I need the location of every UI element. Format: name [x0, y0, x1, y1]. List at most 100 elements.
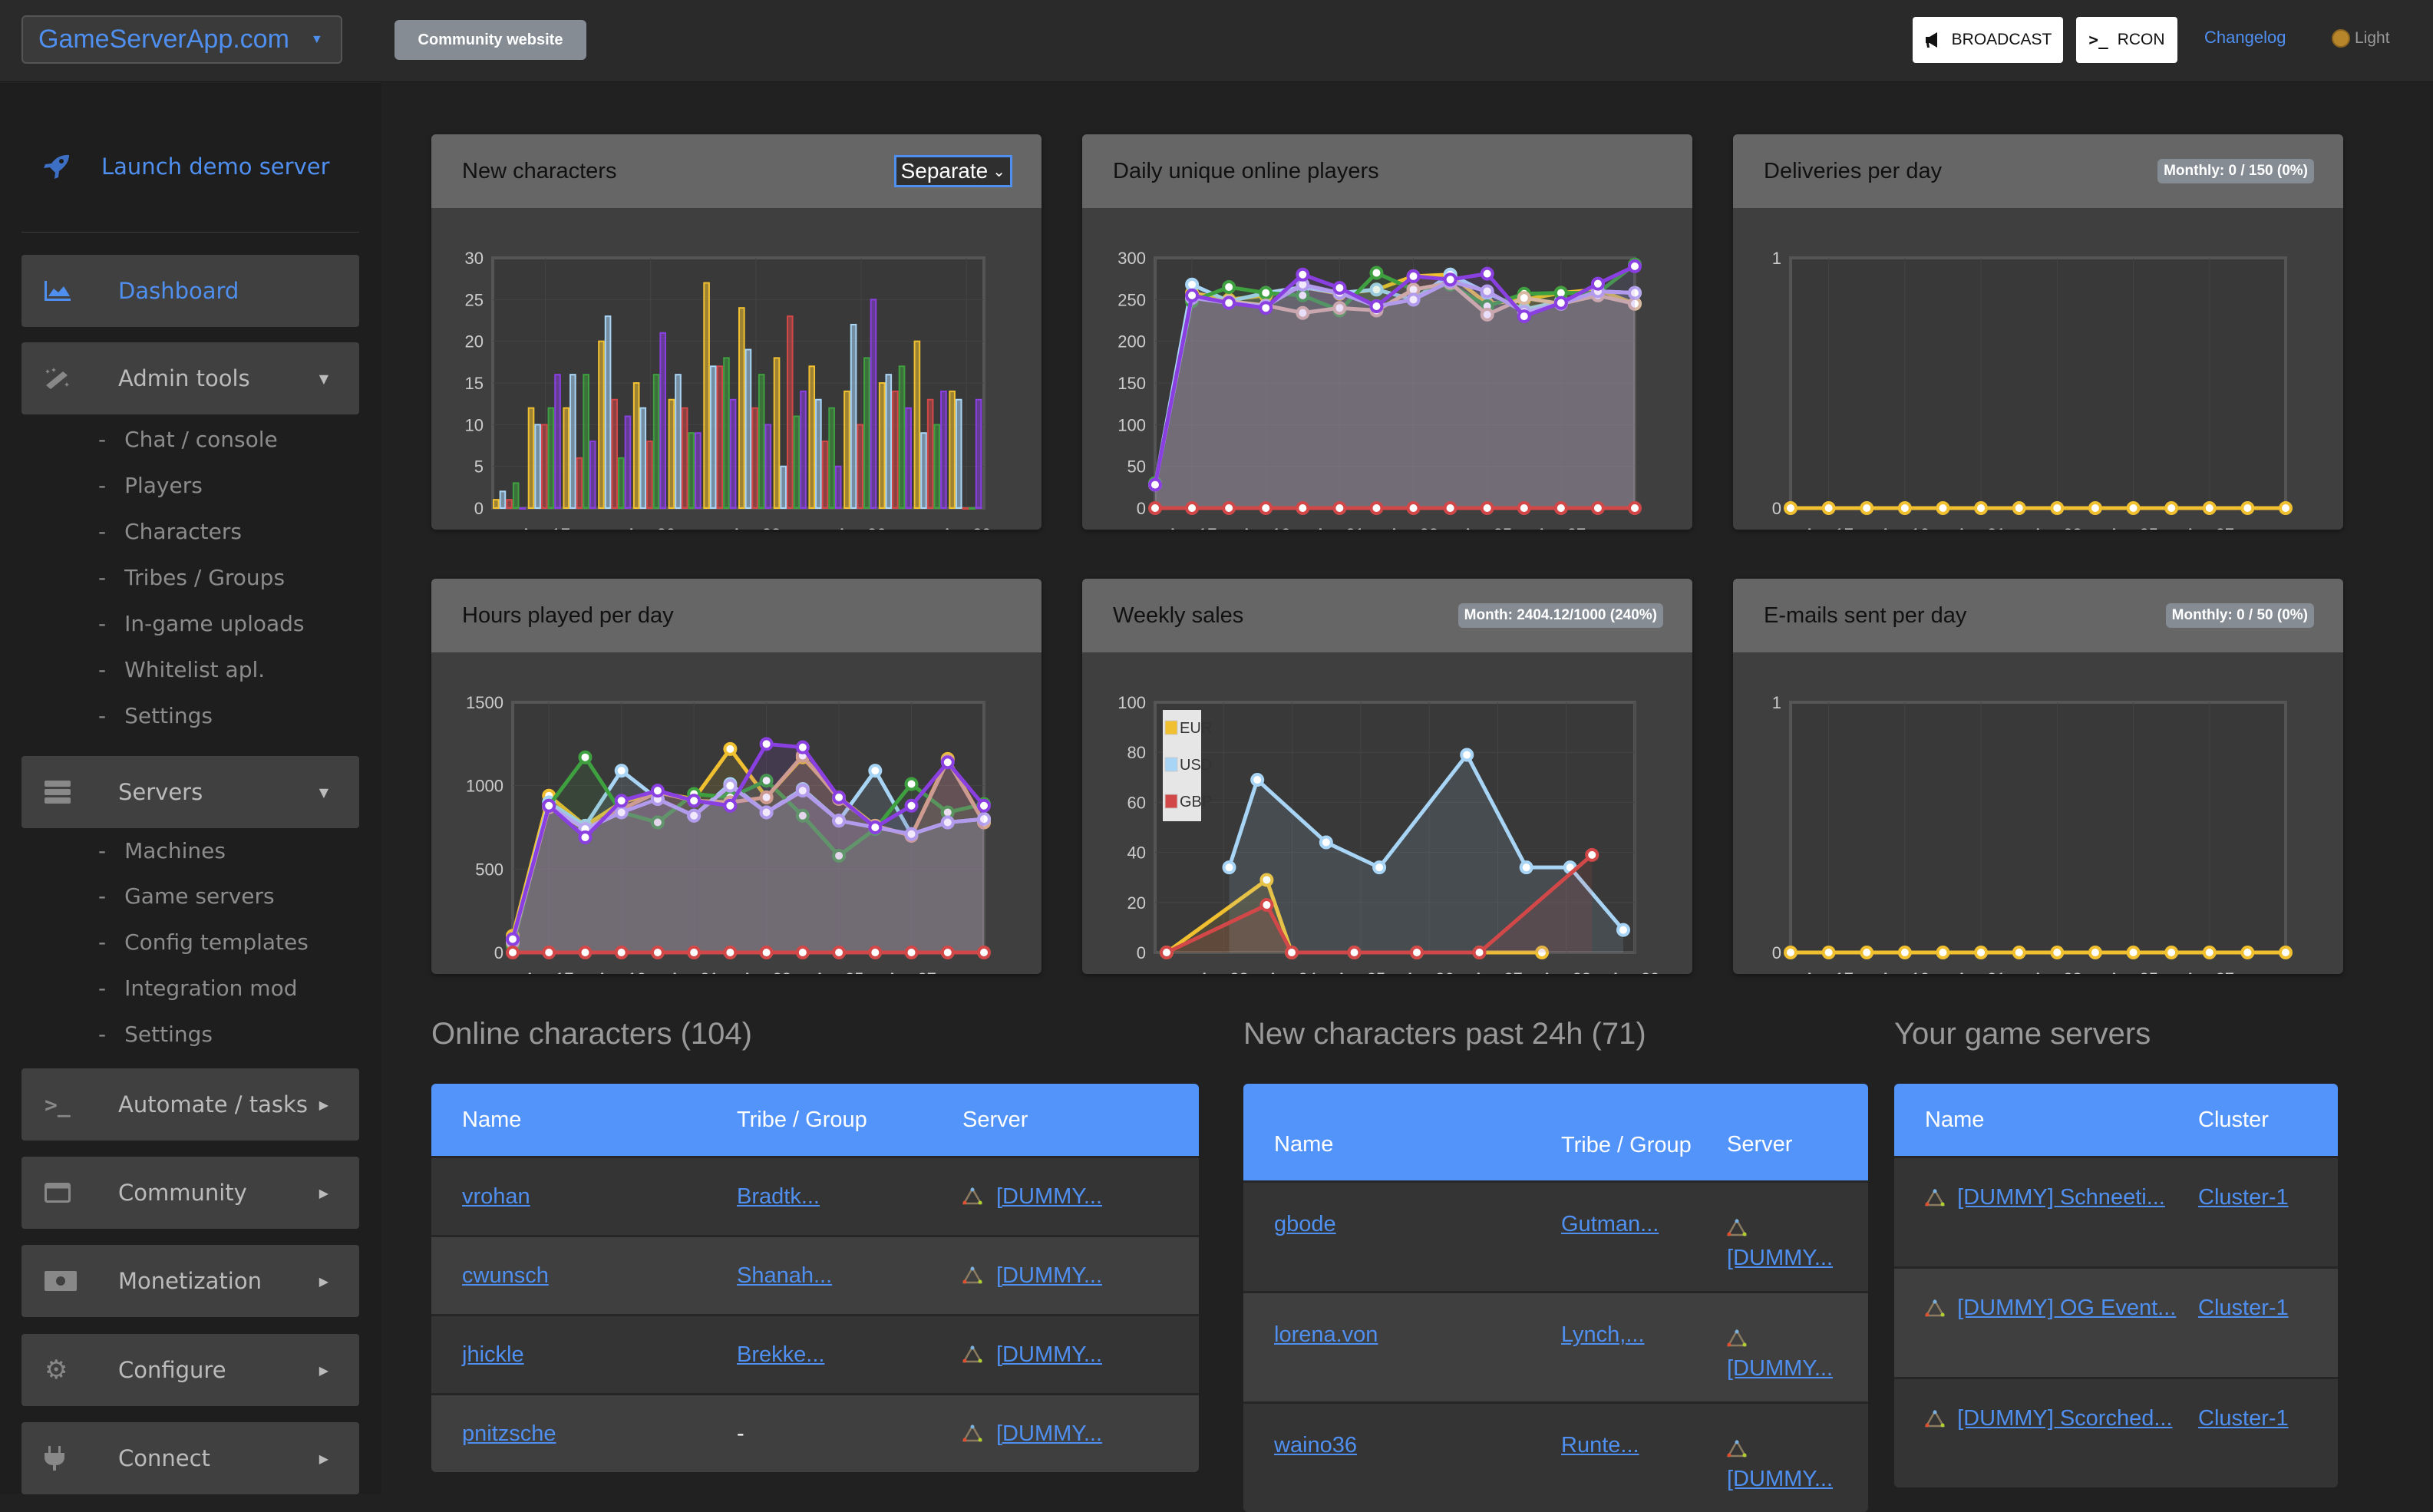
- data-point: [1974, 501, 1989, 515]
- select-value: Separate: [900, 159, 989, 183]
- cluster-link[interactable]: Cluster-1: [2198, 1406, 2289, 1431]
- sidebar-item-automate[interactable]: >_ Automate / tasks ▶: [21, 1068, 359, 1141]
- x-tick-label: Apr 25: [1462, 525, 1512, 530]
- broadcast-button[interactable]: BROADCAST: [1913, 17, 2063, 63]
- sidebar-subitem-whitelist[interactable]: - Whitelist apl.: [98, 657, 265, 682]
- y-tick-label: 15: [465, 374, 484, 393]
- y-tick-label: 500: [475, 860, 503, 879]
- caret-right-icon: ▶: [319, 1451, 328, 1466]
- game-server-link[interactable]: [DUMMY] Scorched...: [1957, 1406, 2172, 1431]
- tribe-link[interactable]: Runte...: [1561, 1433, 1639, 1458]
- character-link[interactable]: pnitzsche: [462, 1421, 556, 1447]
- sidebar-item-admin-tools[interactable]: Admin tools ▼: [21, 342, 359, 414]
- sidebar-subitem-tribes-groups[interactable]: - Tribes / Groups: [98, 565, 285, 590]
- launch-demo-server-link[interactable]: Launch demo server: [43, 154, 330, 180]
- column-header[interactable]: Name: [431, 1108, 737, 1133]
- data-point: [2050, 946, 2065, 959]
- column-header[interactable]: Tribe / Group: [737, 1108, 962, 1133]
- character-link[interactable]: jhickle: [462, 1342, 524, 1368]
- sidebar-item-community[interactable]: Community ▶: [21, 1157, 359, 1229]
- column-header[interactable]: Server: [962, 1108, 1199, 1133]
- bar: [764, 424, 772, 510]
- server-link[interactable]: [DUMMY...: [996, 1421, 1102, 1447]
- sidebar-subitem-label: Tribes / Groups: [124, 565, 286, 590]
- cluster-link[interactable]: Cluster-1: [2198, 1296, 2289, 1320]
- data-point: [687, 794, 702, 808]
- data-point: [1296, 267, 1310, 282]
- sidebar-item-configure[interactable]: ⚙ Configure ▶: [21, 1334, 359, 1406]
- table-row: jhickle Brekke... [DUMMY...: [431, 1314, 1199, 1393]
- column-header[interactable]: Cluster: [2198, 1108, 2338, 1133]
- sidebar-subitem-characters[interactable]: - Characters: [98, 519, 242, 544]
- sidebar-item-label: Configure: [118, 1357, 226, 1383]
- data-point: [578, 750, 593, 764]
- theme-toggle[interactable]: Light: [2333, 29, 2390, 48]
- x-tick-label: Apr 21: [1315, 525, 1365, 530]
- sidebar-item-dashboard[interactable]: Dashboard: [21, 255, 359, 327]
- sidebar-item-servers[interactable]: Servers ▼: [21, 756, 359, 828]
- server-link[interactable]: [DUMMY...: [996, 1184, 1102, 1210]
- bar: [576, 457, 583, 509]
- ark-game-icon: [1727, 1329, 1747, 1347]
- changelog-link[interactable]: Changelog: [2204, 28, 2286, 48]
- character-link[interactable]: gbode: [1274, 1212, 1336, 1236]
- sidebar-item-label: Servers: [118, 779, 203, 805]
- tribe-link[interactable]: Shanah...: [737, 1263, 832, 1289]
- character-link[interactable]: waino36: [1274, 1433, 1357, 1458]
- data-point: [1369, 266, 1384, 280]
- game-server-link[interactable]: [DUMMY] OG Event...: [1957, 1296, 2176, 1320]
- sidebar-item-monetization[interactable]: Monetization ▶: [21, 1245, 359, 1317]
- sidebar-subitem-machines[interactable]: - Machines: [98, 838, 226, 863]
- chart-mode-select[interactable]: Separate ⌄: [893, 155, 1012, 187]
- tribe-empty: -: [737, 1421, 744, 1446]
- caret-right-icon: ▶: [319, 1362, 328, 1378]
- x-tick-label: Apr 25: [1335, 969, 1385, 974]
- data-point: [1369, 501, 1384, 515]
- sidebar-subitem-admin-settings[interactable]: - Settings: [98, 703, 213, 728]
- column-header[interactable]: Name: [1243, 1132, 1561, 1157]
- server-link[interactable]: [DUMMY...: [1727, 1356, 1833, 1381]
- sidebar-subitem-in-game-uploads[interactable]: - In-game uploads: [98, 611, 305, 636]
- bar: [870, 299, 877, 509]
- bar: [534, 424, 541, 510]
- bar: [611, 398, 619, 509]
- sidebar-subitem-config-templates[interactable]: - Config templates: [98, 929, 309, 955]
- sidebar-subitem-chat-console[interactable]: - Chat / console: [98, 427, 278, 452]
- sidebar-subitem-game-servers[interactable]: - Game servers: [98, 883, 275, 909]
- cluster-link[interactable]: Cluster-1: [2198, 1185, 2289, 1210]
- sidebar-subitem-integration-mod[interactable]: - Integration mod: [98, 976, 297, 1001]
- bar: [834, 465, 842, 509]
- tribe-link[interactable]: Bradtk...: [737, 1184, 820, 1210]
- sidebar-subitem-players[interactable]: - Players: [98, 473, 203, 498]
- table-row: cwunsch Shanah... [DUMMY...: [431, 1235, 1199, 1314]
- column-header[interactable]: Server: [1727, 1132, 1868, 1157]
- sidebar-subitem-label: Machines: [124, 838, 226, 863]
- brand-dropdown[interactable]: GameServerApp.com ▼: [21, 15, 342, 64]
- column-header[interactable]: Tribe / Group: [1561, 1133, 1727, 1157]
- community-website-button[interactable]: Community website: [394, 20, 586, 60]
- server-link[interactable]: [DUMMY...: [996, 1342, 1102, 1368]
- column-header[interactable]: Name: [1894, 1108, 2198, 1133]
- game-server-link[interactable]: [DUMMY] Schneeti...: [1957, 1185, 2165, 1210]
- data-point: [542, 798, 556, 813]
- tribe-link[interactable]: Brekke...: [737, 1342, 824, 1368]
- character-link[interactable]: cwunsch: [462, 1263, 549, 1289]
- data-point: [832, 790, 847, 804]
- sidebar-subitem-server-settings[interactable]: - Settings: [98, 1022, 213, 1047]
- bar: [892, 390, 899, 509]
- y-tick-label: 100: [1117, 415, 1146, 434]
- data-point: [506, 946, 520, 959]
- tribe-link[interactable]: Lynch,...: [1561, 1322, 1645, 1347]
- bar: [618, 457, 625, 509]
- server-link[interactable]: [DUMMY...: [1727, 1246, 1833, 1270]
- character-link[interactable]: vrohan: [462, 1184, 530, 1210]
- plot-area: [1789, 701, 2287, 954]
- character-link[interactable]: lorena.von: [1274, 1322, 1378, 1347]
- game-servers-title: Your game servers: [1894, 1017, 2151, 1051]
- rcon-button[interactable]: >_ RCON: [2076, 17, 2177, 63]
- tribe-link[interactable]: Gutman...: [1561, 1212, 1659, 1236]
- data-point: [2240, 946, 2255, 959]
- sidebar-item-connect[interactable]: Connect ▶: [21, 1422, 359, 1494]
- server-link[interactable]: [DUMMY...: [1727, 1467, 1833, 1491]
- server-link[interactable]: [DUMMY...: [996, 1263, 1102, 1289]
